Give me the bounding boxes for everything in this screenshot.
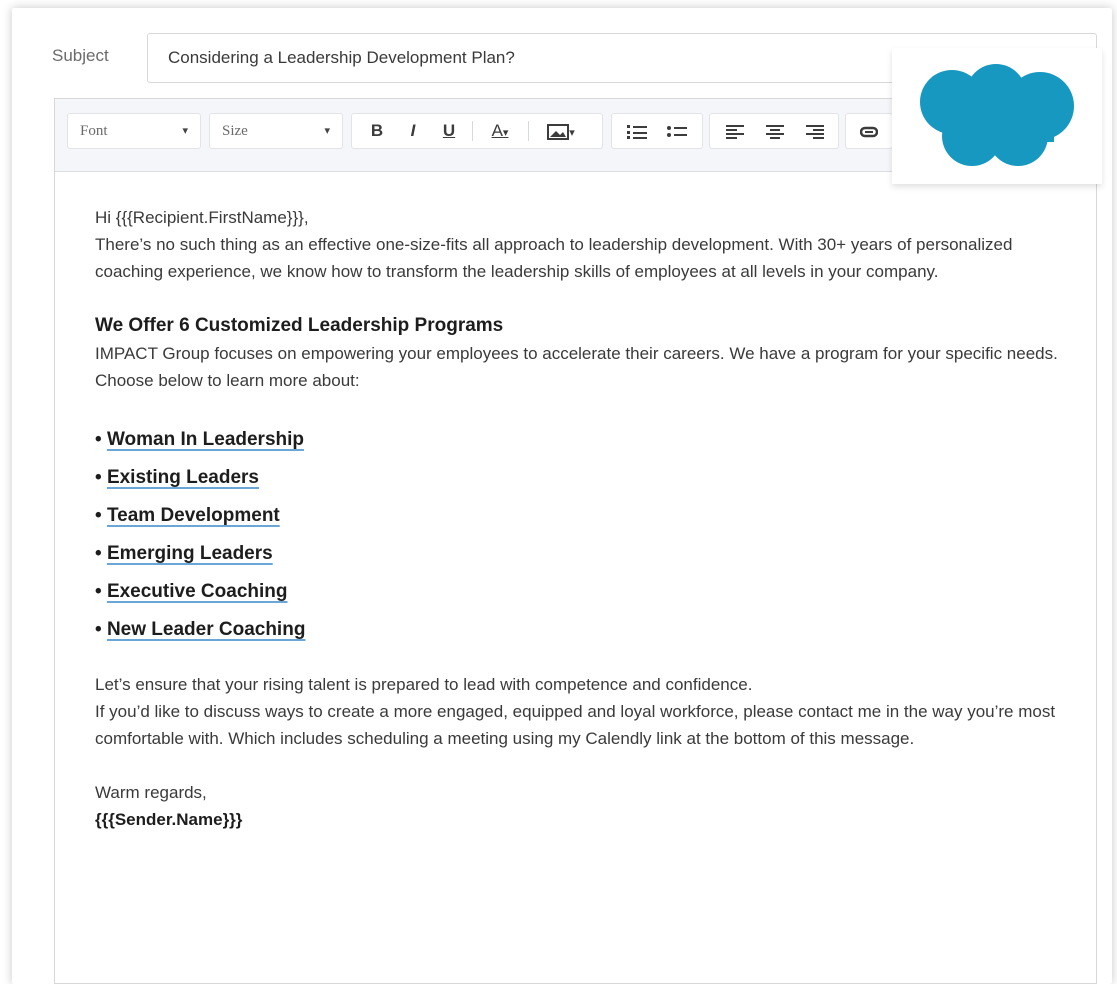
- greeting: Hi {{{Recipient.FirstName}}},: [95, 208, 309, 227]
- email-composer-window: Subject Font ▾ Size ▾ B I: [0, 0, 1117, 984]
- list-item: • Existing Leaders: [95, 467, 259, 488]
- text-color-button[interactable]: A▾: [478, 114, 522, 148]
- rich-text-editor[interactable]: Font ▾ Size ▾ B I U A▾ ▾ Hi {{{Recipient…: [54, 98, 1097, 984]
- toolbar-divider: [472, 121, 473, 141]
- intro-paragraph: There’s no such thing as an effective on…: [95, 235, 1013, 281]
- insert-image-button[interactable]: ▾: [536, 114, 586, 148]
- align-center-button[interactable]: [758, 114, 792, 148]
- text-format-group: B I U A▾ ▾: [351, 113, 603, 149]
- numbered-list-button[interactable]: [620, 114, 654, 148]
- program-link-team-development[interactable]: Team Development: [107, 505, 280, 526]
- image-icon: [547, 123, 570, 140]
- list-item: • Executive Coaching: [95, 581, 288, 602]
- closing-line: Let’s ensure that your rising talent is …: [95, 675, 753, 694]
- align-left-icon: [726, 124, 744, 139]
- font-select-label: Font: [80, 123, 108, 139]
- underline-icon: U: [442, 121, 456, 140]
- salesforce-cloud-logo: [920, 64, 1074, 166]
- underline-button[interactable]: U: [434, 114, 464, 148]
- numbered-list-icon: [627, 124, 647, 139]
- subject-label: Subject: [52, 46, 109, 65]
- program-link-emerging-leaders[interactable]: Emerging Leaders: [107, 543, 273, 564]
- bold-button[interactable]: B: [362, 114, 392, 148]
- program-link-new-leader-coaching[interactable]: New Leader Coaching: [107, 619, 306, 640]
- salesforce-logo-card: [892, 48, 1102, 184]
- toolbar-divider: [528, 121, 529, 141]
- italic-icon: I: [410, 121, 416, 140]
- program-list: • Woman In Leadership • Existing Leaders…: [95, 421, 1065, 649]
- sender-name: {{{Sender.Name}}}: [95, 810, 243, 829]
- bulleted-list-icon: [667, 125, 687, 137]
- list-item: • Team Development: [95, 505, 280, 526]
- section-heading: We Offer 6 Customized Leadership Program…: [95, 315, 504, 336]
- bold-icon: B: [370, 121, 384, 140]
- signoff: Warm regards,: [95, 783, 207, 802]
- italic-button[interactable]: I: [398, 114, 428, 148]
- alignment-group: [709, 113, 839, 149]
- align-center-icon: [766, 124, 784, 139]
- email-body: Hi {{{Recipient.FirstName}}}, There’s no…: [95, 204, 1065, 833]
- align-left-button[interactable]: [718, 114, 752, 148]
- align-right-button[interactable]: [798, 114, 832, 148]
- list-item: • Woman In Leadership: [95, 429, 305, 450]
- link-icon: [859, 126, 879, 137]
- font-select[interactable]: Font ▾: [67, 113, 201, 149]
- insert-link-button[interactable]: [852, 114, 886, 148]
- size-select-label: Size: [222, 123, 248, 139]
- chevron-down-icon: ▾: [502, 126, 509, 139]
- bulleted-list-button[interactable]: [660, 114, 694, 148]
- align-right-icon: [806, 124, 824, 139]
- list-item: • Emerging Leaders: [95, 543, 273, 564]
- list-group: [611, 113, 703, 149]
- link-group: [845, 113, 893, 149]
- size-select[interactable]: Size ▾: [209, 113, 343, 149]
- program-link-existing-leaders[interactable]: Existing Leaders: [107, 467, 259, 488]
- list-item: • New Leader Coaching: [95, 619, 306, 640]
- program-link-executive-coaching[interactable]: Executive Coaching: [107, 581, 288, 602]
- chevron-down-icon: ▾: [324, 124, 330, 137]
- program-intro-paragraph: IMPACT Group focuses on empowering your …: [95, 344, 1058, 390]
- email-compose-panel: Subject Font ▾ Size ▾ B I: [12, 8, 1112, 984]
- program-link-woman-in-leadership[interactable]: Woman In Leadership: [107, 429, 304, 450]
- chevron-down-icon: ▾: [569, 126, 575, 139]
- contact-paragraph: If you’d like to discuss ways to create …: [95, 702, 1056, 748]
- text-color-icon: A: [491, 121, 503, 140]
- chevron-down-icon: ▾: [182, 124, 188, 137]
